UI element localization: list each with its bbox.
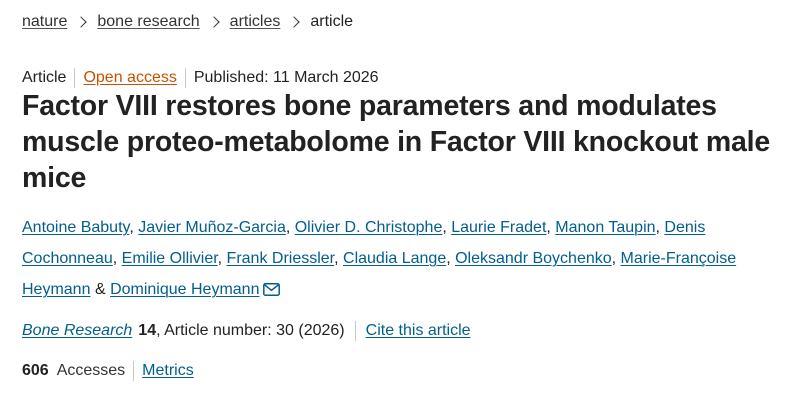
divider [74,68,76,88]
article-title: Factor VIII restores bone parameters and… [22,90,770,194]
chevron-right-icon [75,16,88,28]
article-metrics: 606 Accesses Metrics [22,360,194,382]
author-conjunction: & [94,281,106,298]
breadcrumb-current: article [310,13,354,30]
divider [184,68,186,88]
divider [133,361,135,381]
journal-link[interactable]: Bone Research [22,320,132,342]
cite-this-article-link[interactable]: Cite this article [366,320,471,342]
metrics-link[interactable]: Metrics [142,360,194,382]
chevron-right-icon [288,16,301,28]
article-meta: Article Open access Published: 11 March … [22,67,379,89]
accesses-label: Accesses [56,362,126,379]
article-type: Article [22,69,67,86]
author-link[interactable]: Emilie Ollivier [122,250,218,267]
author-link[interactable]: Olivier D. Christophe [295,219,443,236]
accesses-count: 606 [22,362,49,379]
author-link[interactable]: Oleksandr Boychenko [455,250,612,267]
corresponding-author-link[interactable]: Dominique Heymann [110,281,259,298]
published-date: Published: 11 March 2026 [193,69,379,86]
author-link[interactable]: Javier Muñoz-Garcia [138,219,286,236]
breadcrumb-item-articles[interactable]: articles [230,11,281,33]
volume-number: 14 [138,322,157,339]
breadcrumb: nature bone research articles article [22,11,353,33]
mail-icon[interactable] [263,276,281,307]
open-access-link[interactable]: Open access [83,67,176,89]
author-link[interactable]: Laurie Fradet [451,219,546,236]
divider [354,321,356,341]
author-list: Antoine Babuty, Javier Muñoz-Garcia, Oli… [22,212,792,307]
breadcrumb-item-nature[interactable]: nature [22,11,67,33]
author-link[interactable]: Claudia Lange [343,250,446,267]
citation: Bone Research 14 , Article number: 30 (2… [22,320,471,342]
author-link[interactable]: Manon Taupin [555,219,655,236]
article-number: , Article number: 30 (2026) [156,322,345,339]
author-link[interactable]: Antoine Babuty [22,219,129,236]
author-link[interactable]: Frank Driessler [227,250,335,267]
breadcrumb-item-bone-research[interactable]: bone research [97,11,199,33]
chevron-right-icon [208,16,220,28]
